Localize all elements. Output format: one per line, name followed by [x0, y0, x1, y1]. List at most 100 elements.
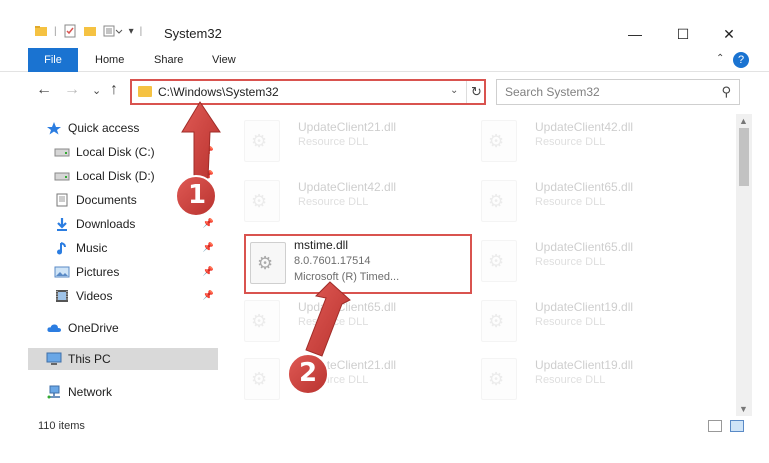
- tab-home[interactable]: Home: [95, 48, 124, 72]
- file-item[interactable]: ⚙ UpdateClient19.dll Resource DLL: [467, 352, 691, 408]
- up-button[interactable]: ↑: [110, 81, 118, 99]
- search-box[interactable]: Search System32 ⚲: [496, 79, 740, 105]
- address-dropdown-icon[interactable]: ⌄: [450, 85, 458, 96]
- search-icon[interactable]: ⚲: [721, 84, 731, 100]
- pin-icon[interactable]: 📌: [203, 290, 214, 301]
- close-button[interactable]: ✕: [706, 22, 752, 46]
- sidebar-item-videos[interactable]: Videos 📌: [54, 285, 218, 307]
- file-name: UpdateClient19.dll: [535, 300, 634, 314]
- sidebar-item-music[interactable]: Music 📌: [54, 237, 218, 259]
- pin-icon[interactable]: 📌: [203, 218, 214, 229]
- sidebar-item-label: Local Disk (C:): [76, 145, 155, 159]
- scroll-up-icon[interactable]: ▲: [739, 116, 748, 126]
- sidebar-item-onedrive[interactable]: OneDrive: [46, 317, 218, 339]
- documents-icon: [56, 193, 68, 207]
- vertical-scrollbar[interactable]: ▲ ▼: [736, 114, 752, 416]
- file-item[interactable]: ⚙ UpdateClient19.dll Resource DLL: [467, 294, 691, 350]
- file-name: UpdateClient65.dll: [535, 240, 634, 254]
- drive-icon: [54, 172, 70, 181]
- dll-file-icon: ⚙: [250, 242, 286, 284]
- sidebar-item-downloads[interactable]: Downloads 📌: [54, 213, 218, 235]
- sidebar-item-label: Network: [68, 385, 113, 399]
- file-name: UpdateClient19.dll: [535, 358, 634, 372]
- gear-icon: ⚙: [488, 191, 505, 211]
- qat-dropdown-icon[interactable]: ▾: [129, 26, 134, 37]
- pin-icon[interactable]: 📌: [203, 242, 214, 253]
- minimize-button[interactable]: —: [612, 22, 658, 46]
- item-count: 110 items: [38, 420, 85, 432]
- refresh-button[interactable]: ↻: [466, 81, 486, 103]
- gear-icon: ⚙: [488, 311, 505, 331]
- tab-share[interactable]: Share: [154, 48, 183, 72]
- details-view-icon[interactable]: [708, 420, 722, 432]
- gear-icon: ⚙: [251, 131, 268, 151]
- sidebar-item-this-pc[interactable]: This PC: [28, 348, 218, 370]
- scroll-down-icon[interactable]: ▼: [739, 404, 748, 414]
- videos-icon: [56, 290, 68, 302]
- sidebar-item-quick-access[interactable]: Quick access: [46, 117, 218, 139]
- back-button[interactable]: ←: [36, 81, 52, 99]
- sidebar-item-label: Videos: [76, 289, 113, 303]
- file-type: Resource DLL: [535, 256, 606, 268]
- sidebar-item-label: Downloads: [76, 217, 136, 231]
- ribbon-tabs: File Home Share View ⌃ ?: [0, 48, 769, 72]
- properties-icon[interactable]: [63, 24, 77, 38]
- file-type: Resource DLL: [535, 136, 606, 148]
- address-bar[interactable]: C:\Windows\System32 ⌄ ↻: [130, 79, 486, 105]
- pin-icon[interactable]: 📌: [203, 146, 214, 157]
- address-path[interactable]: C:\Windows\System32: [158, 85, 279, 99]
- dll-file-icon: ⚙: [481, 120, 517, 162]
- gear-icon: ⚙: [251, 191, 268, 211]
- dll-file-icon: ⚙: [481, 358, 517, 400]
- file-item[interactable]: ⚙ UpdateClient42.dll Resource DLL: [467, 114, 691, 170]
- sidebar-item-pictures[interactable]: Pictures 📌: [54, 261, 218, 283]
- pictures-icon: [54, 266, 70, 278]
- dll-file-icon: ⚙: [244, 300, 280, 342]
- scroll-thumb[interactable]: [739, 128, 749, 186]
- pin-icon[interactable]: 📌: [203, 266, 214, 277]
- help-icon[interactable]: ?: [733, 52, 749, 68]
- customize-toolbar-icon[interactable]: [103, 24, 123, 38]
- sidebar-item-label: Music: [76, 241, 108, 255]
- tab-file[interactable]: File: [28, 48, 78, 72]
- download-icon: [57, 218, 67, 231]
- maximize-button[interactable]: ☐: [660, 22, 706, 46]
- file-type: Resource DLL: [535, 374, 606, 386]
- file-item-mstime[interactable]: ⚙ mstime.dll 8.0.7601.17514 Microsoft (R…: [244, 234, 472, 294]
- file-item[interactable]: ⚙ UpdateClient65.dll Resource DLL: [230, 294, 454, 350]
- collapse-ribbon-icon[interactable]: ⌃: [716, 53, 724, 64]
- large-icons-view-icon[interactable]: [730, 420, 744, 432]
- file-item[interactable]: ⚙ UpdateClient42.dll Resource DLL: [230, 174, 454, 230]
- forward-button[interactable]: →: [64, 81, 80, 99]
- quick-access-toolbar: | ▾ |: [34, 24, 142, 38]
- file-name: UpdateClient42.dll: [298, 180, 397, 194]
- navigation-pane: Quick access Local Disk (C:) 📌 Local Dis…: [28, 114, 218, 412]
- folder-icon: [138, 86, 152, 97]
- cloud-icon: [47, 324, 61, 332]
- sidebar-item-local-disk-c[interactable]: Local Disk (C:) 📌: [54, 141, 218, 163]
- file-type: Resource DLL: [535, 196, 606, 208]
- recent-locations-button[interactable]: ⌄: [92, 84, 101, 97]
- sidebar-item-label: OneDrive: [68, 321, 119, 335]
- file-item[interactable]: ⚙ UpdateClient65.dll Resource DLL: [467, 234, 691, 290]
- gear-icon: ⚙: [251, 311, 268, 331]
- search-input[interactable]: Search System32: [505, 85, 600, 99]
- file-type: Resource DLL: [298, 196, 369, 208]
- star-icon: [47, 122, 61, 135]
- drive-icon: [54, 148, 70, 157]
- file-name: UpdateClient21.dll: [298, 120, 397, 134]
- gear-icon: ⚙: [488, 369, 505, 389]
- gear-icon: ⚙: [488, 131, 505, 151]
- folder-icon: [35, 26, 47, 36]
- file-item[interactable]: ⚙ UpdateClient21.dll Resource DLL: [230, 352, 454, 408]
- file-name: UpdateClient42.dll: [535, 120, 634, 134]
- sidebar-item-network[interactable]: Network: [46, 381, 218, 403]
- new-folder-icon[interactable]: [83, 24, 97, 38]
- sidebar-item-label: Quick access: [68, 121, 140, 135]
- file-item[interactable]: ⚙ UpdateClient21.dll Resource DLL: [230, 114, 454, 170]
- file-item[interactable]: ⚙ UpdateClient65.dll Resource DLL: [467, 174, 691, 230]
- file-name: UpdateClient65.dll: [535, 180, 634, 194]
- tab-view[interactable]: View: [212, 48, 236, 72]
- computer-icon: [46, 352, 62, 365]
- music-icon: [57, 242, 66, 255]
